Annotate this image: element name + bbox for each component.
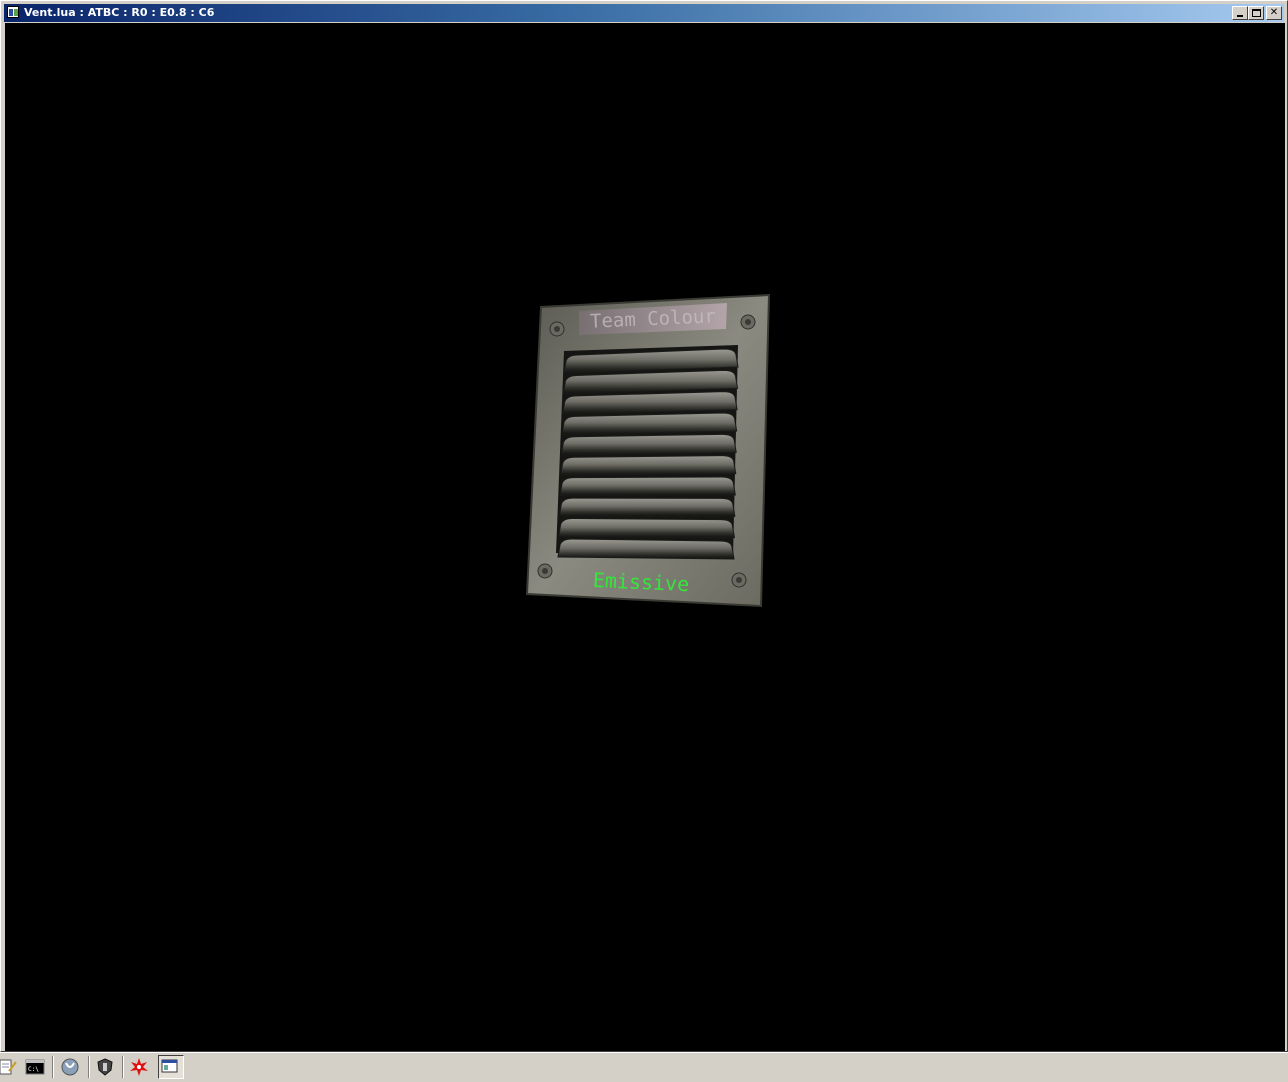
notepad-icon[interactable]: [0, 1057, 20, 1077]
cmd-icon[interactable]: C:\: [25, 1057, 45, 1077]
splat-icon[interactable]: [129, 1057, 149, 1077]
app-icon[interactable]: [60, 1057, 80, 1077]
taskbar-separator: [122, 1056, 124, 1078]
app-window: Vent.lua : ATBC : R0 : E0.8 : C6 ✕ Team …: [0, 0, 1288, 1052]
svg-text:C:\: C:\: [28, 1066, 39, 1073]
taskbar-separator: [52, 1056, 54, 1078]
render-viewport[interactable]: Team Colour Emissive: [5, 23, 1285, 1051]
louver-slat: [560, 433, 737, 456]
maximize-icon: [1252, 9, 1261, 17]
shield-icon[interactable]: [95, 1057, 115, 1077]
louver-slat: [558, 497, 736, 517]
taskbar: C:\: [0, 1052, 1288, 1080]
minimize-button[interactable]: [1232, 6, 1248, 20]
window-icon[interactable]: [158, 1055, 184, 1079]
louver-slat: [561, 412, 738, 435]
app-icon[interactable]: [7, 6, 19, 18]
screw-icon: [549, 321, 565, 337]
screw-icon: [731, 572, 747, 588]
louver-slat: [558, 518, 736, 539]
title-bar[interactable]: Vent.lua : ATBC : R0 : E0.8 : C6 ✕: [4, 4, 1284, 22]
louver-slat: [557, 538, 735, 560]
window-title: Vent.lua : ATBC : R0 : E0.8 : C6: [24, 6, 215, 19]
minimize-icon: [1237, 15, 1243, 17]
taskbar-separator: [88, 1056, 90, 1078]
vent-model: Team Colour Emissive: [525, 293, 771, 608]
screw-icon: [537, 563, 553, 579]
louver-slat: [559, 476, 736, 497]
emissive-label: Emissive: [592, 568, 689, 596]
louver-slat: [560, 455, 737, 476]
screw-icon: [740, 314, 756, 330]
maximize-button[interactable]: [1248, 6, 1264, 20]
close-button[interactable]: ✕: [1266, 6, 1282, 20]
